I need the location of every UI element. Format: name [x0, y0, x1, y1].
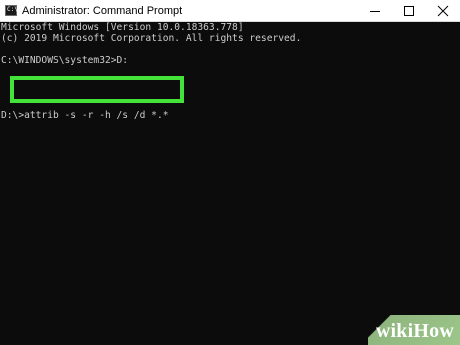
minimize-icon — [370, 11, 380, 12]
maximize-button[interactable] — [392, 0, 426, 21]
command-prompt-window: C:\ Administrator: Command Prompt Micros… — [0, 0, 460, 345]
minimize-button[interactable] — [358, 0, 392, 21]
wikihow-logo-wiki: wiki — [375, 320, 414, 342]
console-line-change-drive: C:\WINDOWS\system32>D: — [1, 55, 129, 66]
command-highlight-box — [10, 76, 184, 103]
console-line-attrib-command: D:\>attrib -s -r -h /s /d *.* — [1, 110, 169, 121]
window-title: Administrator: Command Prompt — [22, 5, 183, 17]
wikihow-logo-how: How — [413, 320, 454, 342]
close-icon — [437, 5, 449, 17]
cmd-icon-glyph: C:\ — [7, 6, 18, 13]
close-button[interactable] — [426, 0, 460, 21]
maximize-icon — [404, 6, 414, 16]
console-line-copyright: (c) 2019 Microsoft Corporation. All righ… — [1, 33, 302, 44]
wikihow-watermark: wikiHow — [368, 315, 460, 345]
console-output[interactable]: Microsoft Windows [Version 10.0.18363.77… — [0, 22, 460, 345]
wikihow-logo: wikiHow — [376, 320, 454, 342]
console-scrollbar[interactable] — [451, 22, 460, 345]
cmd-icon: C:\ — [5, 5, 18, 16]
title-bar[interactable]: C:\ Administrator: Command Prompt — [0, 0, 460, 22]
